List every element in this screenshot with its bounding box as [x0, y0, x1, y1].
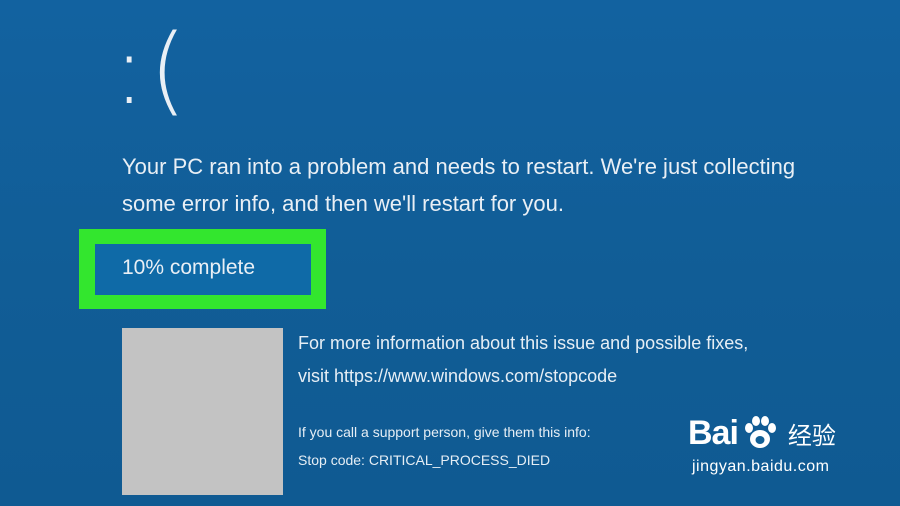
watermark-brand-right: 经验 — [787, 421, 836, 450]
baidu-jingyan-watermark: Bai 经验 jingyan.baidu.com — [688, 408, 888, 488]
qr-code-placeholder — [122, 328, 283, 495]
watermark-brand-left: Bai — [688, 413, 739, 452]
progress-percentage: 10% complete — [122, 256, 256, 279]
stopcode-info-text: For more information about this issue an… — [298, 333, 749, 386]
error-message: Your PC ran into a problem and needs to … — [122, 154, 796, 216]
support-instruction: If you call a support person, give them … — [298, 424, 591, 440]
watermark-logo-row: Bai 经验 — [688, 408, 888, 458]
paw-icon — [744, 416, 776, 448]
watermark-url: jingyan.baidu.com — [692, 458, 830, 475]
stop-code: Stop code: CRITICAL_PROCESS_DIED — [298, 452, 551, 468]
support-info: If you call a support person, give them … — [298, 418, 718, 474]
sad-face-emoticon: :( — [113, 14, 191, 126]
bsod-screen: :( Your PC ran into a problem and needs … — [0, 0, 900, 506]
